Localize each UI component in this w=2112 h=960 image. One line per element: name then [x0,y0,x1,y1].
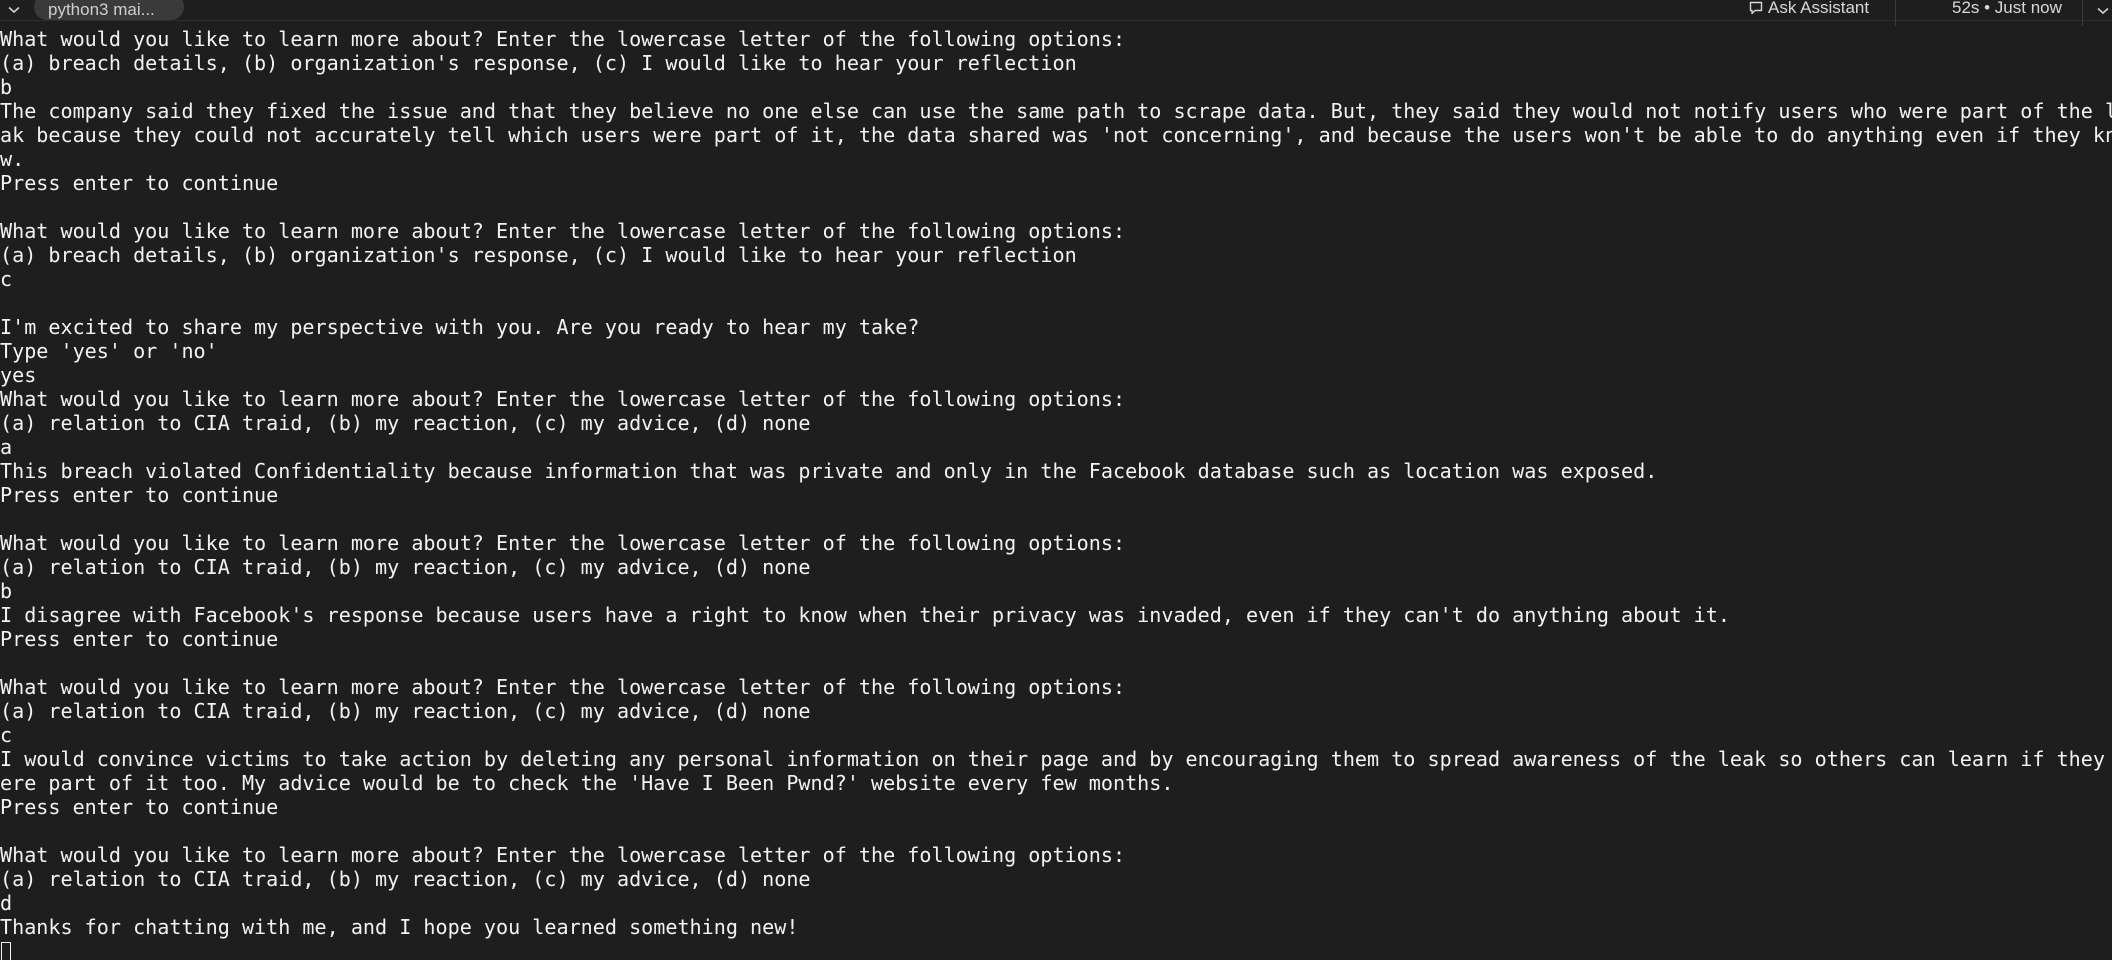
collapse-button[interactable] [4,0,24,20]
terminal-line: Press enter to continue [0,483,279,507]
terminal-line: What would you like to learn more about?… [0,387,1126,411]
text-cursor [1,942,11,960]
terminal-line: What would you like to learn more about?… [0,843,1126,867]
terminal-output[interactable]: What would you like to learn more about?… [0,27,2112,960]
terminal-line: I disagree with Facebook's response beca… [0,603,1730,627]
terminal-line: Press enter to continue [0,795,279,819]
terminal-line: What would you like to learn more about?… [0,219,1126,243]
terminal-line: I would convince victims to take action … [0,747,2112,771]
terminal-input-line[interactable] [0,939,2112,960]
chevron-down-icon [2097,0,2109,20]
terminal-line: ak because they could not accurately tel… [0,123,2112,147]
terminal-line: Type 'yes' or 'no' [0,339,218,363]
terminal-line: (a) relation to CIA traid, (b) my reacti… [0,411,811,435]
header-menu-button[interactable] [2094,0,2112,20]
terminal-line: The company said they fixed the issue an… [0,99,2112,123]
terminal-line: d [0,891,13,915]
terminal-line: What would you like to learn more about?… [0,531,1126,555]
terminal-header-bar: python3 mai... Ask Assistant 52s • Just … [0,0,2112,26]
chevron-down-icon [8,6,20,14]
terminal-line: I'm excited to share my perspective with… [0,315,920,339]
ask-assistant-button[interactable]: Ask Assistant [1748,0,1869,20]
terminal-line: (a) relation to CIA traid, (b) my reacti… [0,699,811,723]
session-tab[interactable]: python3 mai... [34,0,184,20]
terminal-line: What would you like to learn more about?… [0,27,1126,51]
terminal-line: b [0,579,13,603]
terminal-line: b [0,75,13,99]
terminal-line: w. [0,147,25,171]
session-tab-title: python3 mai... [48,0,155,19]
terminal-line: Press enter to continue [0,627,279,651]
header-divider [1895,0,1896,26]
run-status: 52s • Just now [1952,0,2062,17]
terminal-line: What would you like to learn more about?… [0,675,1126,699]
terminal-line: (a) breach details, (b) organization's r… [0,51,1077,75]
terminal-line: c [0,267,13,291]
terminal-line: Thanks for chatting with me, and I hope … [0,915,799,939]
terminal-line: (a) relation to CIA traid, (b) my reacti… [0,555,811,579]
terminal-line: yes [0,363,37,387]
terminal-line: Press enter to continue [0,171,279,195]
chat-bubble-icon [1748,0,1764,16]
header-divider [2082,0,2083,26]
terminal-line: (a) relation to CIA traid, (b) my reacti… [0,867,811,891]
terminal-line: a [0,435,13,459]
terminal-line: ere part of it too. My advice would be t… [0,771,1174,795]
ask-assistant-label: Ask Assistant [1768,0,1870,17]
terminal-line: This breach violated Confidentiality bec… [0,459,1658,483]
terminal-line: (a) breach details, (b) organization's r… [0,243,1077,267]
terminal-line: c [0,723,13,747]
